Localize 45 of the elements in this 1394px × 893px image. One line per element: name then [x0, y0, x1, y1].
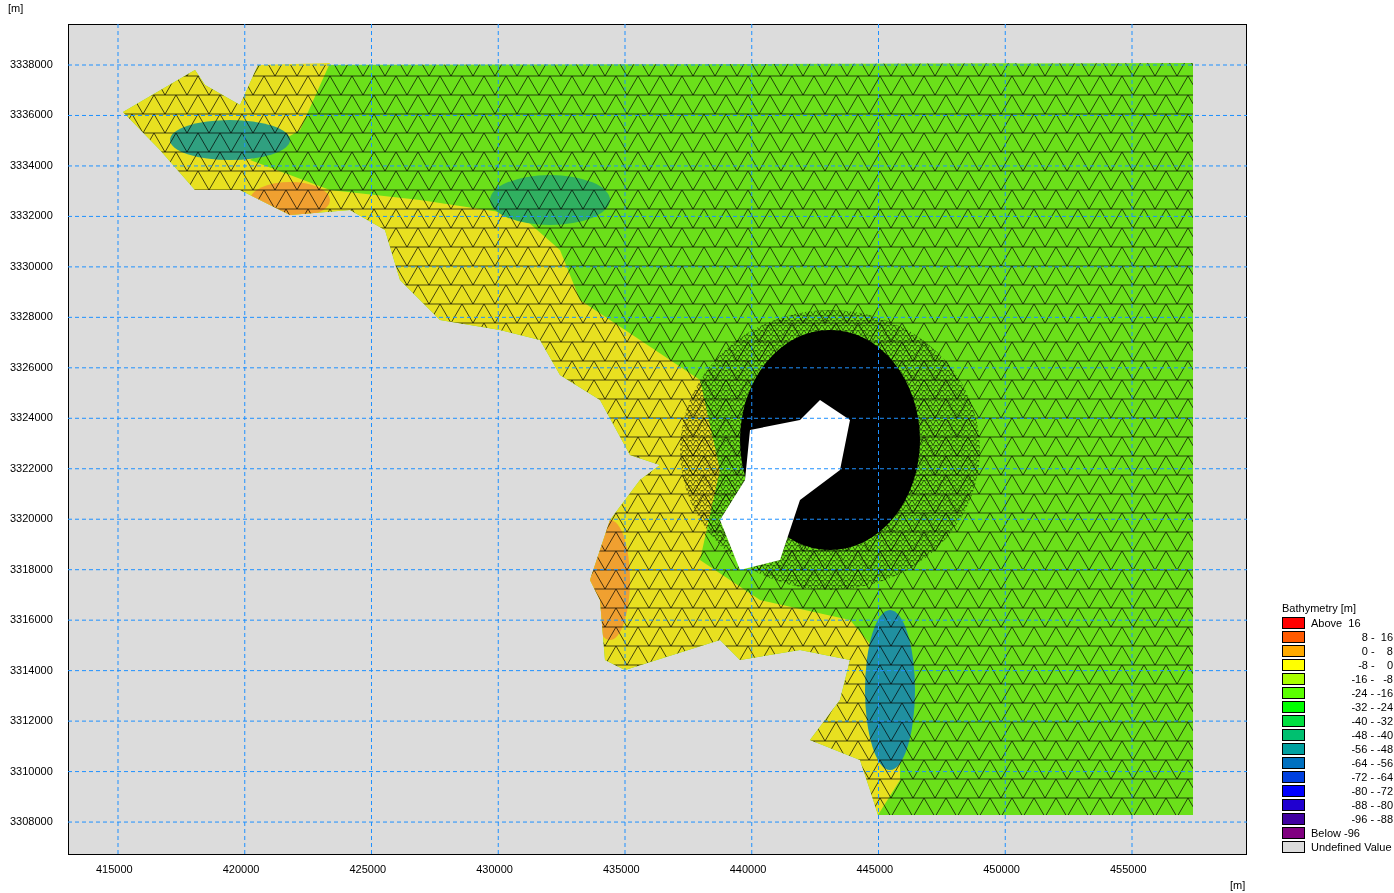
y-tick-label: 3314000: [10, 663, 53, 676]
x-axis-unit: [m]: [1230, 879, 1246, 891]
y-tick-label: 3316000: [10, 613, 53, 626]
x-tick-label: 450000: [983, 863, 1020, 875]
y-tick-label: 3336000: [10, 108, 53, 121]
x-tick-label: 425000: [349, 863, 387, 875]
legend-label: -48 - -40: [1350, 729, 1393, 741]
y-tick-label: 3330000: [10, 259, 53, 272]
legend-label: 8 - 16: [1360, 631, 1393, 643]
y-tick-label: 3320000: [10, 512, 53, 525]
legend-label: -40 - -32: [1350, 715, 1393, 727]
y-tick-label: 3338000: [10, 58, 53, 70]
y-tick-label: 3326000: [10, 360, 53, 373]
legend-label: -64 - -56: [1350, 757, 1393, 769]
x-tick-label: 430000: [476, 863, 513, 875]
legend-label: Above 16: [1311, 617, 1362, 629]
y-tick-label: 3332000: [10, 209, 53, 222]
x-tick-label: 415000: [96, 863, 133, 875]
y-tick-label: 3318000: [10, 562, 53, 575]
x-tick-label: 455000: [1110, 863, 1147, 875]
legend-label: -96 - -88: [1350, 813, 1393, 825]
legend-label: Undefined Value: [1311, 841, 1393, 853]
y-axis-unit: [m]: [8, 2, 24, 14]
y-tick-label: 3322000: [10, 461, 53, 474]
legend-label: -56 - -48: [1350, 743, 1393, 755]
legend-label: Below -96: [1311, 827, 1361, 839]
y-tick-label: 3310000: [10, 764, 53, 777]
legend-label: -8 - 0: [1357, 659, 1393, 671]
x-tick-label: 435000: [603, 863, 640, 875]
legend-title: Bathymetry [m]: [1282, 602, 1357, 614]
y-tick-label: 3324000: [10, 411, 53, 424]
y-tick-label: 3334000: [10, 158, 53, 171]
legend-label: -72 - -64: [1350, 771, 1393, 783]
y-tick-label: 3328000: [10, 310, 53, 323]
legend-label: -24 - -16: [1350, 687, 1393, 699]
legend-label: -32 - -24: [1350, 701, 1393, 713]
x-tick-label: 445000: [856, 863, 894, 875]
x-tick-label: 440000: [729, 863, 767, 875]
x-tick-label: 420000: [222, 863, 260, 875]
legend-label: -88 - -80: [1350, 799, 1393, 811]
y-tick-label: 3308000: [10, 815, 53, 828]
y-tick-label: 3312000: [10, 714, 53, 727]
legend-label: 0 - 8: [1360, 645, 1393, 657]
legend-label: -80 - -72: [1350, 785, 1393, 797]
legend-label: -16 - -8: [1350, 673, 1393, 685]
